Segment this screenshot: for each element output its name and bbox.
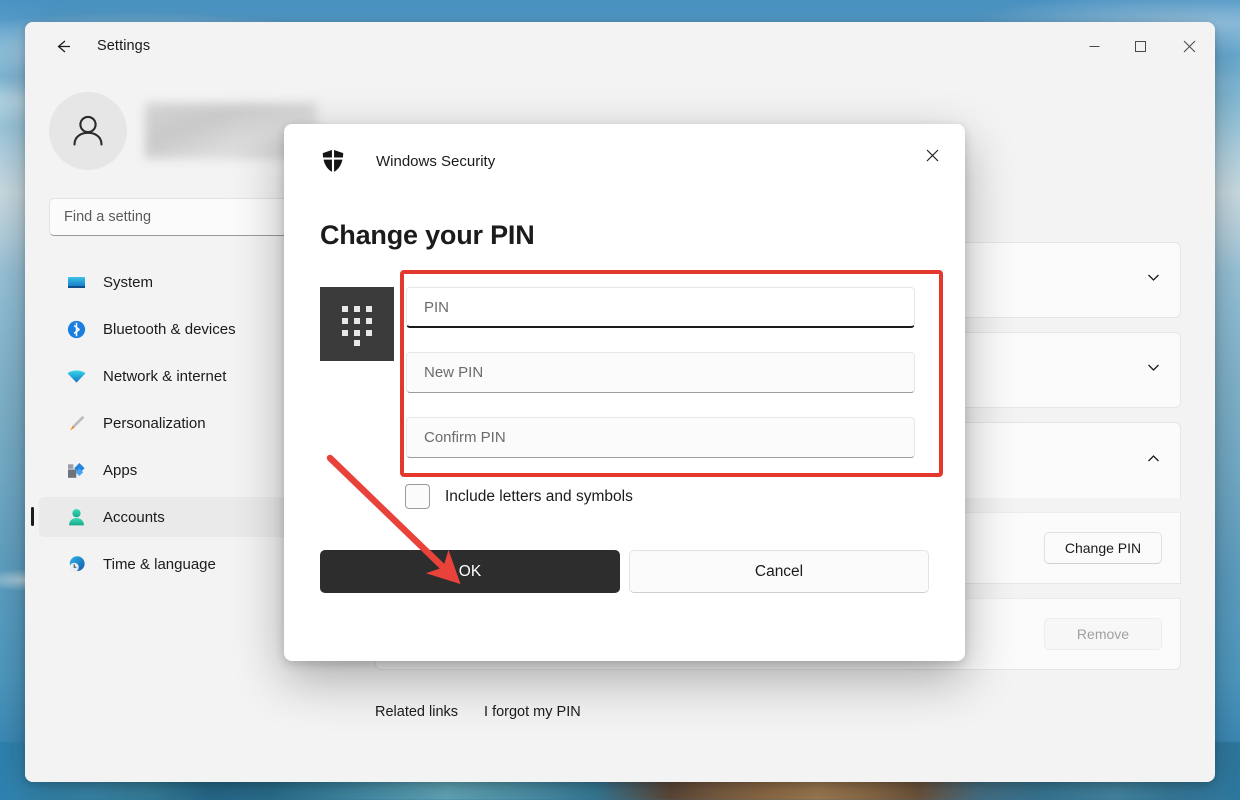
- include-letters-symbols-checkbox[interactable]: [405, 484, 430, 509]
- windows-security-dialog: Windows Security Change your PIN PIN New…: [284, 124, 965, 661]
- close-button[interactable]: [1163, 22, 1215, 70]
- chevron-down-icon[interactable]: [1145, 269, 1162, 291]
- related-links: Related links I forgot my PIN: [375, 704, 1181, 720]
- minimize-button[interactable]: [1071, 22, 1117, 70]
- dialog-header: Windows Security: [284, 124, 965, 198]
- new-pin-input[interactable]: New PIN: [406, 352, 915, 393]
- confirm-pin-input-placeholder: Confirm PIN: [424, 429, 506, 446]
- include-letters-symbols-label: Include letters and symbols: [445, 487, 633, 505]
- chevron-up-icon[interactable]: [1145, 450, 1162, 472]
- back-button[interactable]: [45, 30, 81, 62]
- titlebar: Settings: [25, 22, 1215, 70]
- clock-icon: [65, 553, 87, 575]
- pin-keypad-icon: [320, 287, 394, 361]
- minimize-icon: [1089, 45, 1099, 47]
- dialog-close-button[interactable]: [911, 136, 953, 174]
- person-icon: [65, 506, 87, 528]
- close-icon: [926, 149, 938, 161]
- dialog-actions: OK Cancel: [320, 550, 965, 593]
- desktop-wallpaper: Settings Find a setting System Bluetooth…: [0, 0, 1240, 800]
- bluetooth-icon: [65, 318, 87, 340]
- change-pin-button[interactable]: Change PIN: [1044, 532, 1162, 564]
- include-letters-symbols-row[interactable]: Include letters and symbols: [405, 484, 965, 509]
- forgot-pin-link[interactable]: I forgot my PIN: [484, 704, 581, 720]
- related-links-label: Related links: [375, 704, 459, 720]
- apps-icon: [65, 459, 87, 481]
- sidebar-item-label: Time & language: [103, 555, 216, 573]
- sidebar-item-label: System: [103, 273, 154, 291]
- pin-input-placeholder: PIN: [424, 298, 450, 316]
- monitor-icon: [65, 271, 87, 293]
- sidebar-item-label: Network & internet: [103, 367, 227, 385]
- cancel-button[interactable]: Cancel: [629, 550, 929, 593]
- pin-entry-row: PIN New PIN Confirm PIN: [320, 287, 965, 458]
- window-controls: [1071, 22, 1215, 70]
- search-wrapper: Find a setting: [49, 198, 323, 236]
- back-arrow-icon: [57, 40, 70, 52]
- chevron-down-icon[interactable]: [1145, 359, 1162, 381]
- shield-icon: [320, 148, 346, 174]
- wifi-icon: [65, 365, 87, 387]
- maximize-button[interactable]: [1117, 22, 1163, 70]
- pin-input[interactable]: PIN: [406, 287, 915, 328]
- person-icon: [73, 115, 103, 146]
- confirm-pin-input[interactable]: Confirm PIN: [406, 417, 915, 458]
- dialog-app-name: Windows Security: [376, 152, 496, 170]
- pin-fields: PIN New PIN Confirm PIN: [406, 287, 915, 458]
- close-icon: [1183, 40, 1195, 52]
- sidebar-item-label: Apps: [103, 461, 138, 479]
- ok-button[interactable]: OK: [320, 550, 620, 593]
- dialog-heading: Change your PIN: [320, 220, 535, 250]
- paintbrush-icon: [65, 412, 87, 434]
- search-placeholder: Find a setting: [64, 209, 152, 225]
- sidebar-item-label: Accounts: [103, 508, 165, 526]
- new-pin-input-placeholder: New PIN: [424, 364, 484, 381]
- remove-button[interactable]: Remove: [1044, 618, 1162, 650]
- avatar: [49, 92, 127, 170]
- maximize-icon: [1134, 40, 1146, 52]
- search-input[interactable]: Find a setting: [49, 198, 323, 236]
- sidebar-item-label: Bluetooth & devices: [103, 320, 236, 338]
- app-title: Settings: [97, 38, 151, 54]
- sidebar-item-label: Personalization: [103, 414, 206, 432]
